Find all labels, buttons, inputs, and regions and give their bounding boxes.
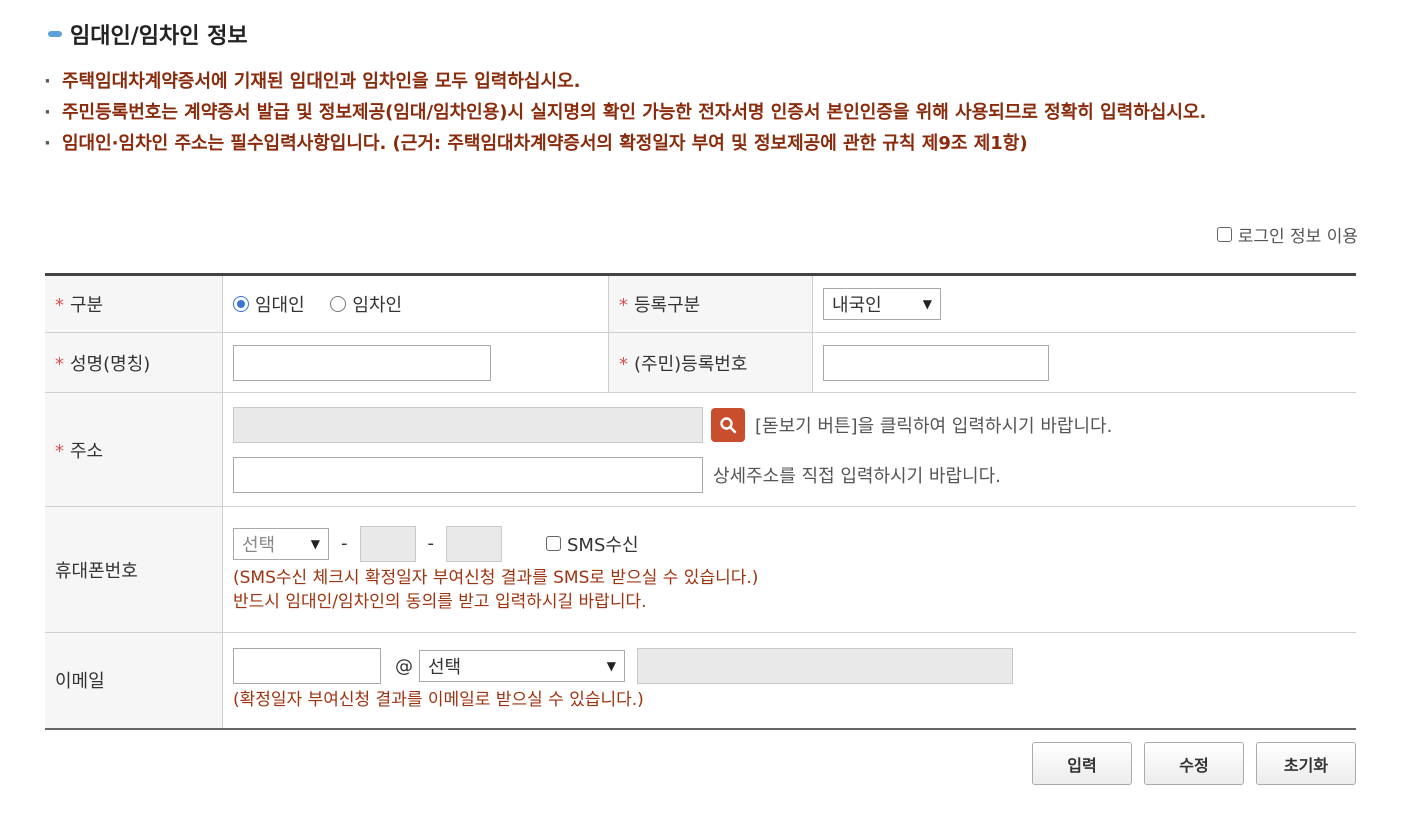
name-input[interactable] — [233, 344, 491, 381]
row-type: * 구분 임대인 임차인 * 등록구분 내국인 ▼ — [45, 274, 1356, 333]
phone-last-input[interactable] — [446, 525, 502, 562]
address-detail-input[interactable] — [233, 456, 703, 493]
reg-no-input-cell — [812, 332, 1356, 393]
sms-option[interactable]: SMS수신 — [546, 531, 639, 557]
sms-checkbox[interactable] — [546, 536, 561, 551]
title-bullet-icon — [48, 31, 62, 37]
email-note: (확정일자 부여신청 결과를 이메일로 받으실 수 있습니다.) — [233, 690, 644, 711]
reg-type-label-cell: * 등록구분 — [608, 274, 813, 333]
address-label: 주소 — [70, 440, 104, 462]
name-label: 성명(명칭) — [70, 353, 151, 375]
address-cell: [돋보기 버튼]을 클릭하여 입력하시기 바랍니다. 상세주소를 직접 입력하시… — [222, 392, 1356, 507]
search-icon — [720, 416, 737, 433]
reg-type-cell: 내국인 ▼ — [812, 274, 1356, 333]
reg-type-label: 등록구분 — [634, 295, 701, 316]
phone-cell: 선택 ▼ - - SMS수신 (SMS수신 체크시 확정일자 부여신청 결과를 … — [222, 506, 1356, 633]
reg-type-select[interactable]: 내국인 ▼ — [823, 288, 941, 320]
notice-item: 임대인·임차인 주소는 필수입력사항입니다. (근거: 주택임대차계약증서의 확… — [44, 128, 1364, 159]
phone-prefix-value: 선택 — [242, 534, 276, 556]
address-label-cell: * 주소 — [45, 392, 223, 507]
address-input[interactable] — [233, 406, 703, 443]
reg-no-label-cell: * (주민)등록번호 — [608, 332, 813, 393]
email-cell: @ 선택 ▼ (확정일자 부여신청 결과를 이메일로 받으실 수 있습니다.) — [222, 632, 1356, 729]
required-mark: * — [55, 353, 64, 375]
radio-lessor[interactable]: 임대인 — [233, 291, 305, 317]
sms-note: (SMS수신 체크시 확정일자 부여신청 결과를 SMS로 받으실 수 있습니다… — [233, 567, 759, 588]
phone-dash: - — [341, 533, 348, 554]
login-info-checkbox[interactable] — [1216, 227, 1232, 242]
row-email: 이메일 @ 선택 ▼ (확정일자 부여신청 결과를 이메일로 받으실 수 있습니… — [45, 632, 1356, 729]
row-name: * 성명(명칭) * (주민)등록번호 — [45, 332, 1356, 393]
radio-lessee-icon[interactable] — [330, 296, 347, 312]
phone-dash: - — [427, 533, 435, 554]
email-id-input[interactable] — [233, 648, 381, 685]
phone-label-cell: 휴대폰번호 — [45, 506, 223, 633]
row-address: * 주소 [돋보기 버튼]을 클릭하여 입력하시기 바랍니다. 상세주소를 직접 … — [45, 392, 1356, 507]
consent-note: 반드시 임대인/임차인의 동의를 받고 입력하시길 바랍니다. — [233, 591, 647, 612]
reg-no-input[interactable] — [823, 344, 1049, 381]
party-info-form: * 구분 임대인 임차인 * 등록구분 내국인 ▼ * 성명(명칭) * (주민… — [45, 273, 1356, 730]
notice-item: 주민등록번호는 계약증서 발급 및 정보제공(임대/임차인용)시 실지명의 확인… — [44, 97, 1364, 128]
reset-button[interactable]: 초기화 — [1256, 742, 1356, 785]
required-mark: * — [55, 440, 64, 462]
radio-lessee-label: 임차인 — [352, 295, 403, 316]
email-domain-value: 선택 — [428, 657, 462, 679]
required-mark: * — [619, 295, 628, 316]
radio-lessor-label: 임대인 — [255, 295, 305, 316]
type-label: 구분 — [70, 295, 104, 316]
section-title: 임대인/임차인 정보 — [48, 18, 248, 50]
required-mark: * — [619, 353, 628, 375]
name-input-cell — [222, 332, 609, 393]
at-sign: @ — [395, 655, 413, 677]
address-search-hint: [돋보기 버튼]을 클릭하여 입력하시기 바랍니다. — [755, 415, 1113, 437]
login-info-option[interactable]: 로그인 정보 이용 — [1216, 222, 1358, 247]
sms-label: SMS수신 — [567, 534, 639, 556]
reg-type-value: 내국인 — [832, 295, 882, 316]
type-radio-cell: 임대인 임차인 — [222, 274, 609, 333]
name-label-cell: * 성명(명칭) — [45, 332, 223, 393]
email-label: 이메일 — [55, 671, 105, 693]
input-button[interactable]: 입력 — [1032, 742, 1132, 785]
email-domain-select[interactable]: 선택 ▼ — [419, 650, 625, 683]
required-mark: * — [55, 295, 64, 316]
edit-button[interactable]: 수정 — [1144, 742, 1244, 785]
chevron-down-icon: ▼ — [310, 536, 320, 551]
email-domain-input[interactable] — [637, 648, 1013, 685]
radio-lessor-icon[interactable] — [233, 296, 249, 312]
chevron-down-icon: ▼ — [922, 297, 932, 311]
type-label-cell: * 구분 — [45, 274, 223, 333]
chevron-down-icon: ▼ — [606, 659, 616, 674]
phone-middle-input[interactable] — [359, 525, 416, 562]
radio-lessee[interactable]: 임차인 — [330, 291, 402, 317]
login-info-label: 로그인 정보 이용 — [1237, 227, 1358, 247]
phone-prefix-select[interactable]: 선택 ▼ — [233, 527, 329, 560]
form-buttons: 입력 수정 초기화 — [1032, 742, 1356, 785]
reg-no-label: (주민)등록번호 — [634, 353, 748, 375]
notice-list: 주택임대차계약증서에 기재된 임대인과 임차인을 모두 입력하십시오. 주민등록… — [44, 66, 1364, 159]
address-detail-hint: 상세주소를 직접 입력하시기 바랍니다. — [713, 465, 1001, 487]
email-label-cell: 이메일 — [45, 632, 223, 729]
notice-item: 주택임대차계약증서에 기재된 임대인과 임차인을 모두 입력하십시오. — [44, 66, 1364, 97]
section-title-text: 임대인/임차인 정보 — [70, 24, 248, 49]
phone-label: 휴대폰번호 — [55, 560, 138, 582]
address-search-button[interactable] — [711, 407, 745, 442]
row-phone: 휴대폰번호 선택 ▼ - - SMS수신 (SMS수신 체크시 확정일자 부여신… — [45, 506, 1356, 633]
